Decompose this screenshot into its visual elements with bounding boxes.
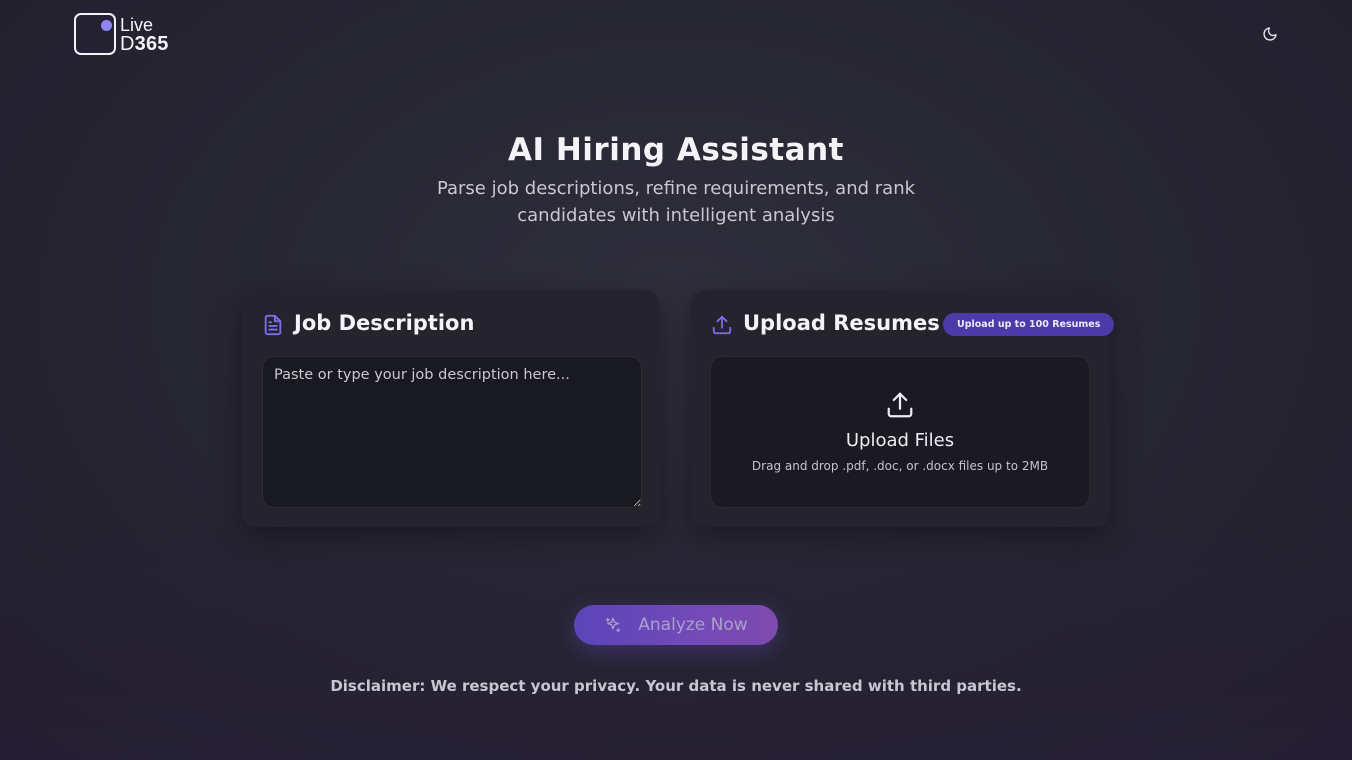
page-title: AI Hiring Assistant (508, 132, 844, 168)
brand-logo[interactable]: Live D365 (74, 13, 184, 57)
dropzone-title: Upload Files (845, 430, 955, 451)
job-description-title: Job Description (294, 311, 475, 335)
analyze-now-label: Analyze Now (638, 615, 748, 635)
upload-files-icon (887, 392, 913, 418)
page-subtitle: Parse job descriptions, refine requireme… (436, 178, 916, 226)
privacy-disclaimer: Disclaimer: We respect your privacy. You… (330, 677, 1022, 695)
job-description-card: Job Description (242, 290, 660, 527)
logo-dot (101, 20, 112, 31)
sparkles-icon (605, 617, 621, 633)
moon-icon (1263, 27, 1277, 41)
upload-resumes-title: Upload Resumes (743, 311, 940, 335)
logo-text-live: Live (120, 15, 154, 35)
document-icon (264, 314, 282, 336)
resume-dropzone[interactable]: Upload Files Drag and drop .pdf, .doc, o… (710, 356, 1090, 508)
logo-mark (74, 13, 116, 55)
upload-icon (712, 315, 732, 335)
job-description-input[interactable] (262, 356, 642, 508)
analyze-now-button[interactable]: Analyze Now (574, 605, 778, 645)
dropzone-hint: Drag and drop .pdf, .doc, or .docx files… (751, 459, 1049, 473)
theme-toggle-button[interactable] (1258, 22, 1282, 46)
logo-text-d365: D365 (120, 33, 169, 55)
upload-resumes-card: Upload Resumes Upload up to 100 Resumes … (691, 290, 1115, 527)
upload-limit-badge: Upload up to 100 Resumes (943, 313, 1115, 336)
